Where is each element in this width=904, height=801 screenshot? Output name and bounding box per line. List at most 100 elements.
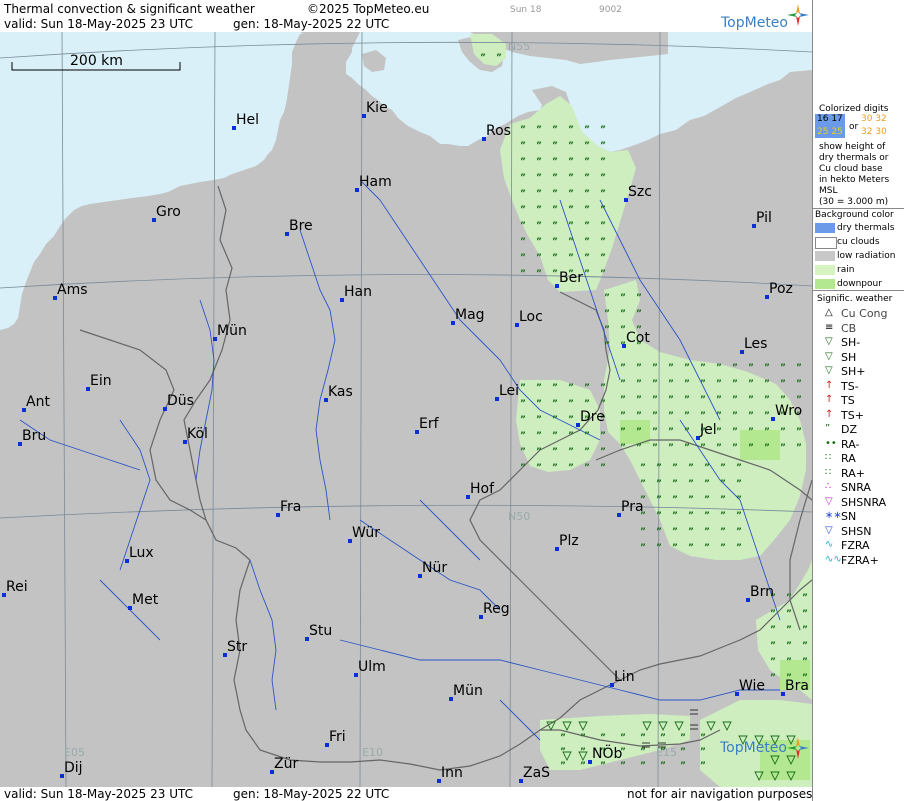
drizzle-symbol: ” [656,527,662,537]
drizzle-symbol: ” [552,189,558,199]
drizzle-symbol: ” [568,205,574,215]
city-label: Str [227,639,247,655]
drizzle-symbol: ” [640,747,646,757]
drizzle-symbol: ” [748,395,754,405]
legend-sig-title: Signific. weather [817,294,893,304]
city-label: Bra [785,678,809,694]
drizzle-symbol: ” [600,399,606,409]
weather-map: N55 N50 E05 E10 E15 200 km ”””””””””””””… [0,32,812,787]
drizzle-symbol: ” [770,673,776,683]
legend-weather-symbol-icon: ∗∗ [825,510,842,521]
drizzle-symbol: ” [720,479,726,489]
drizzle-symbol: ” [536,269,542,279]
legend-weather-label: Cu Cong [841,307,888,320]
city-label: Erf [419,416,440,432]
city-label: Bre [289,218,313,234]
drizzle-symbol: ” [568,463,574,473]
legend-weather-label: FZRA [841,539,870,552]
city-label: Lei [499,383,519,399]
drizzle-symbol: ” [480,53,486,63]
drizzle-symbol: ” [636,395,642,405]
legend-weather-label: SH+ [841,365,866,378]
drizzle-symbol: ” [732,427,738,437]
city-label: Ams [57,282,88,298]
legend-desc-6: (30 = 3.000 m) [819,197,889,207]
drizzle-symbol: ” [802,657,808,667]
drizzle-symbol: ” [640,527,646,537]
legend-weather-symbol-icon: ∴ [825,481,832,492]
city-label: Ham [359,174,392,190]
drizzle-symbol: ” [802,593,808,603]
drizzle-symbol: ” [684,395,690,405]
drizzle-symbol: ” [636,309,642,319]
drizzle-symbol: ” [700,363,706,373]
legend-weather-label: SNRA [841,481,871,494]
drizzle-symbol: ” [720,543,726,553]
drizzle-symbol: ” [584,383,590,393]
drizzle-symbol: ” [536,205,542,215]
drizzle-symbol: ” [716,443,722,453]
drizzle-symbol: ” [520,431,526,441]
drizzle-symbol: ” [536,415,542,425]
drizzle-symbol: ” [796,427,802,437]
disclaimer: not for air navigation purposes [627,787,813,801]
drizzle-symbol: ” [568,221,574,231]
legend-weather-symbol-icon: ↑ [825,408,834,420]
legend-sample-1b: 25 25 [817,127,843,137]
drizzle-symbol: ” [536,253,542,263]
drizzle-symbol: ” [786,625,792,635]
grid-label-e10: E10 [362,746,383,759]
drizzle-symbol: ” [620,379,626,389]
drizzle-symbol: ” [764,379,770,389]
drizzle-symbol: ” [700,411,706,421]
drizzle-symbol: ” [636,379,642,389]
drizzle-symbol: ” [684,427,690,437]
drizzle-symbol: ” [764,443,770,453]
city-label: Ein [90,373,112,389]
drizzle-symbol: ” [536,383,542,393]
drizzle-symbol: ” [780,427,786,437]
drizzle-symbol: ” [600,269,606,279]
legend-desc-1: show height of [819,142,886,152]
drizzle-symbol: ” [720,527,726,537]
city-label: Jel [699,422,717,438]
city-label: Lin [614,669,635,685]
drizzle-symbol: ” [716,427,722,437]
drizzle-symbol: ” [640,479,646,489]
drizzle-symbol: ” [660,733,666,743]
map-title: Thermal convection & significant weather [4,2,255,16]
legend-bg-label: downpour [837,279,882,289]
drizzle-symbol: ” [600,431,606,441]
city-label: Hel [236,112,259,128]
drizzle-symbol: ” [786,641,792,651]
drizzle-symbol: ” [652,395,658,405]
city-label: Inn [441,765,463,781]
drizzle-symbol: ” [496,53,502,63]
map-footer-logo: TopMeteo [719,740,787,756]
legend-sample-2b: 32 30 [861,127,887,137]
drizzle-symbol: ” [552,205,558,215]
drizzle-symbol: ” [748,427,754,437]
drizzle-symbol: ” [568,237,574,247]
drizzle-symbol: ” [552,141,558,151]
drizzle-symbol: ” [536,221,542,231]
drizzle-symbol: ” [620,443,626,453]
legend-desc-3: Cu cloud base [819,164,883,174]
drizzle-symbol: ” [600,383,606,393]
drizzle-symbol: ” [680,733,686,743]
drizzle-symbol: ” [584,141,590,151]
legend-weather-symbol-icon: ∿∿ [825,553,842,565]
gen-time: gen: 18-May-2025 22 UTC [233,17,390,31]
drizzle-symbol: ” [584,221,590,231]
drizzle-symbol: ” [704,495,710,505]
drizzle-symbol: ” [716,363,722,373]
city-label: Düs [167,393,194,409]
legend-weather-label: RA- [841,437,860,451]
drizzle-symbol: ” [720,495,726,505]
legend-colorized-title: Colorized digits [819,104,889,114]
legend-bg-swatch [815,237,837,249]
drizzle-symbol: ” [536,125,542,135]
drizzle-symbol: ” [620,363,626,373]
drizzle-symbol: ” [652,363,658,373]
city-label: Fra [280,499,301,515]
